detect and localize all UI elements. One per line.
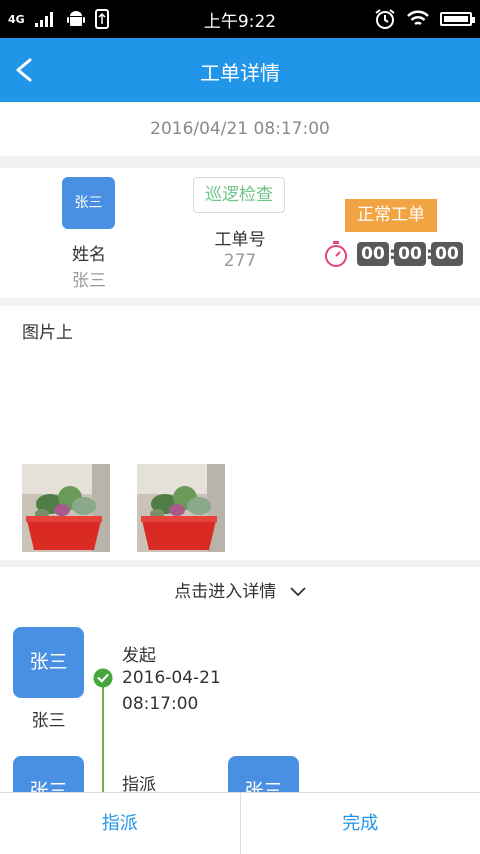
photo-section-label: 图片上 — [22, 323, 73, 343]
photo-thumbnail[interactable] — [137, 464, 225, 552]
creator-avatar: 张三 — [62, 177, 115, 229]
order-status-tag: 正常工单 — [345, 199, 437, 232]
order-info-card: 张三 姓名 张三 巡逻检查 工单号 277 正常工单 00 : 00 : 00 — [0, 168, 480, 298]
status-right-icons — [374, 8, 475, 30]
date-bar: 2016/04/21 08:17:00 — [0, 102, 480, 156]
status-bar: 4G 上午9:22 — [0, 0, 480, 38]
app-bar: 工单详情 — [0, 38, 480, 102]
photo-section: 图片上 — [0, 306, 480, 560]
view-details-link[interactable]: 点击进入详情 — [0, 577, 480, 602]
name-value: 张三 — [72, 271, 106, 291]
progress-section: 点击进入详情 张三 张三 发起 2016-04-21 08:17:00 张三 指… — [0, 567, 480, 827]
stopwatch-icon — [325, 241, 347, 267]
order-number-label: 工单号 — [214, 230, 266, 250]
step1-name: 张三 — [31, 711, 66, 731]
timer-hours: 00 — [357, 242, 389, 266]
step1-avatar: 张三 — [13, 627, 84, 698]
battery-icon — [440, 12, 475, 26]
wifi-icon — [407, 10, 429, 26]
order-number-value: 277 — [223, 251, 257, 271]
timer-seconds: 00 — [431, 242, 463, 266]
check-circle-icon — [93, 668, 113, 688]
chevron-down-icon — [290, 587, 306, 597]
step1-date: 2016-04-21 — [122, 668, 221, 688]
order-type-tag: 巡逻检查 — [193, 177, 285, 213]
page-title: 工单详情 — [200, 61, 280, 85]
photo-thumbnail[interactable] — [22, 464, 110, 552]
elapsed-timer: 00 : 00 : 00 — [357, 242, 463, 266]
step1-title: 发起 — [122, 646, 156, 666]
timer-minutes: 00 — [394, 242, 426, 266]
view-details-label: 点击进入详情 — [174, 582, 277, 602]
name-label: 姓名 — [72, 245, 106, 265]
bottom-action-bar: 指派 完成 — [0, 792, 480, 854]
alarm-icon — [375, 9, 395, 29]
assign-button[interactable]: 指派 — [0, 793, 240, 854]
step1-time: 08:17:00 — [122, 694, 199, 714]
complete-button[interactable]: 完成 — [239, 793, 480, 854]
timeline-line — [102, 679, 104, 792]
